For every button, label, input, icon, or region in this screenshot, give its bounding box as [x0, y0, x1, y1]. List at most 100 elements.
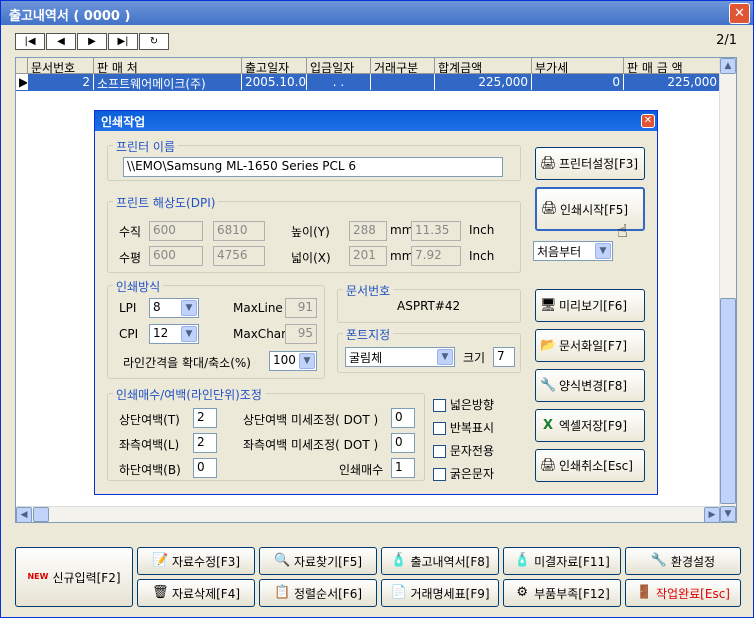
- line-spacing-select[interactable]: 100 ▼: [269, 351, 317, 371]
- chevron-down-icon: ▼: [437, 349, 453, 365]
- first-record-button[interactable]: |◀: [15, 33, 45, 50]
- horizontal-dpi-2: 4756: [213, 246, 265, 266]
- refresh-icon[interactable]: ↻: [139, 33, 169, 50]
- hand-cursor-icon: ☝: [617, 221, 628, 242]
- parts-shortage-button[interactable]: ⚙ 부품부족[F12]: [503, 579, 621, 607]
- scroll-down-icon[interactable]: ▼: [720, 506, 736, 522]
- cpi-select[interactable]: 12 ▼: [149, 324, 199, 344]
- delete-icon: 🗑: [151, 585, 169, 600]
- horizontal-scrollbar[interactable]: ◀ ▶: [16, 506, 720, 523]
- chevron-down-icon: ▼: [595, 243, 611, 259]
- printer-settings-button[interactable]: 🖨 프린터설정[F3]: [535, 147, 645, 180]
- sort-icon: 📋: [273, 585, 291, 600]
- chevron-down-icon: ▼: [181, 300, 197, 316]
- top-margin-field[interactable]: 2: [193, 408, 217, 428]
- text-only-checkbox[interactable]: 문자전용: [433, 442, 494, 459]
- left-fine-field[interactable]: 0: [391, 433, 415, 453]
- prev-record-button[interactable]: ◀: [46, 33, 76, 50]
- sort-order-button[interactable]: 📋 정렬순서[F6]: [259, 579, 377, 607]
- col-type[interactable]: 거래구분: [371, 58, 435, 74]
- maxline-field: 91: [285, 298, 317, 318]
- change-form-button[interactable]: 🔧 양식변경[F8]: [535, 369, 645, 402]
- width-mm-field: 201: [349, 246, 387, 266]
- find-data-button[interactable]: 🔍 자료찾기[F5]: [259, 547, 377, 575]
- start-from-select[interactable]: 처음부터 ▼: [533, 241, 613, 261]
- chevron-down-icon: ▼: [299, 353, 315, 369]
- print-dialog: 인쇄작업 ✕ 프린터 이름 \\EMO\Samsung ML-1650 Seri…: [94, 110, 658, 495]
- left-margin-field[interactable]: 2: [193, 433, 217, 453]
- shipment-report-button[interactable]: 🧴 출고내역서[F8]: [381, 547, 499, 575]
- preview-button[interactable]: 🖥 미리보기[F6]: [535, 289, 645, 322]
- col-doc-no[interactable]: 문서번호: [28, 58, 94, 74]
- bold-checkbox[interactable]: 굵은문자: [433, 465, 494, 482]
- col-total[interactable]: 합계금액: [435, 58, 532, 74]
- new-entry-button[interactable]: NEW 신규입력[F2]: [15, 547, 133, 607]
- bottle-icon: 🧴: [514, 553, 531, 568]
- doc-no-value: ASPRT#42: [397, 299, 461, 313]
- cancel-print-icon: 🖨: [540, 457, 557, 473]
- printer-icon: 🖨: [541, 201, 558, 216]
- start-print-button[interactable]: 🖨 인쇄시작[F5]: [535, 187, 645, 231]
- vertical-scroll-thumb[interactable]: [720, 298, 736, 504]
- pending-data-button[interactable]: 🧴 미결자료[F11]: [503, 547, 621, 575]
- width-inch-field: 7.92: [411, 246, 461, 266]
- horizontal-scroll-thumb[interactable]: [33, 507, 49, 522]
- col-vat[interactable]: 부가세: [532, 58, 624, 74]
- last-record-button[interactable]: ▶|: [108, 33, 138, 50]
- repeat-checkbox[interactable]: 반복표시: [433, 419, 494, 436]
- col-customer[interactable]: 판 매 처: [94, 58, 242, 74]
- page-indicator: 2/1: [716, 33, 737, 48]
- excel-save-button[interactable]: X 엑셀저장[F9]: [535, 409, 645, 442]
- height-mm-field: 288: [349, 221, 387, 241]
- vertical-dpi-2: 6810: [213, 221, 265, 241]
- font-size-field[interactable]: 7: [493, 347, 515, 367]
- doc-file-button[interactable]: 📂 문서화일[F7]: [535, 329, 645, 362]
- dialog-titlebar: 인쇄작업: [95, 111, 657, 131]
- folder-icon: 📂: [540, 337, 557, 353]
- invoice-button[interactable]: 📄 거래명세표[F9]: [381, 579, 499, 607]
- printer-icon: 🖨: [540, 155, 557, 171]
- scroll-right-icon[interactable]: ▶: [704, 507, 720, 523]
- height-inch-field: 11.35: [411, 221, 461, 241]
- next-record-button[interactable]: ▶: [77, 33, 107, 50]
- window-title: 출고내역서 ( 0000 ): [9, 9, 131, 24]
- horizontal-dpi-1: 600: [149, 246, 203, 266]
- scroll-left-icon[interactable]: ◀: [16, 507, 32, 523]
- window-titlebar: 출고내역서 ( 0000 ): [1, 1, 753, 25]
- bottle-icon: 🧴: [390, 553, 407, 568]
- col-in-date[interactable]: 입금일자: [307, 58, 371, 74]
- col-out-date[interactable]: 출고일자: [242, 58, 307, 74]
- delete-data-button[interactable]: 🗑 자료삭제[F4]: [137, 579, 255, 607]
- tools-icon: 🔧: [650, 553, 668, 568]
- parts-icon: ⚙: [516, 585, 528, 600]
- chevron-down-icon: ▼: [181, 326, 197, 342]
- scroll-up-icon[interactable]: ▲: [720, 58, 736, 74]
- exit-door-icon: 🚪: [636, 585, 653, 600]
- cancel-print-button[interactable]: 🖨 인쇄취소[Esc]: [535, 449, 645, 482]
- top-fine-field[interactable]: 0: [391, 408, 415, 428]
- vertical-dpi-1: 600: [149, 221, 203, 241]
- monitor-icon: 🖥: [540, 297, 557, 313]
- bottom-margin-field[interactable]: 0: [193, 458, 217, 478]
- new-badge-icon: NEW: [27, 572, 49, 581]
- landscape-checkbox[interactable]: 넓은방향: [433, 396, 494, 413]
- font-select[interactable]: 굴림체 ▼: [345, 347, 455, 367]
- document-icon: 📄: [390, 585, 407, 600]
- excel-icon: X: [542, 417, 554, 433]
- dialog-close-icon[interactable]: ✕: [641, 114, 655, 128]
- edit-icon: 📝: [151, 553, 169, 568]
- printer-name-field[interactable]: \\EMO\Samsung ML-1650 Series PCL 6: [123, 157, 503, 177]
- grid-header: 문서번호 판 매 처 출고일자 입금일자 거래구분 합계금액 부가세 판 매 금…: [16, 58, 721, 74]
- search-icon: 🔍: [273, 553, 291, 568]
- finish-work-button[interactable]: 🚪 작업완료[Esc]: [625, 579, 741, 607]
- edit-data-button[interactable]: 📝 자료수정[F3]: [137, 547, 255, 575]
- col-sales[interactable]: 판 매 금 액: [624, 58, 721, 74]
- lpi-select[interactable]: 8 ▼: [149, 298, 199, 318]
- tools-icon: 🔧: [540, 377, 557, 393]
- copies-field[interactable]: 1: [391, 458, 415, 478]
- vertical-scrollbar[interactable]: ▲ ▼: [719, 58, 736, 522]
- close-icon[interactable]: ✕: [729, 3, 750, 24]
- table-row[interactable]: ▶ 2 소프트웨어메이크(주) 2005.10.04 . . 225,000 0…: [16, 74, 721, 91]
- row-selector-icon: ▶: [16, 74, 28, 90]
- settings-button[interactable]: 🔧 환경설정: [625, 547, 741, 575]
